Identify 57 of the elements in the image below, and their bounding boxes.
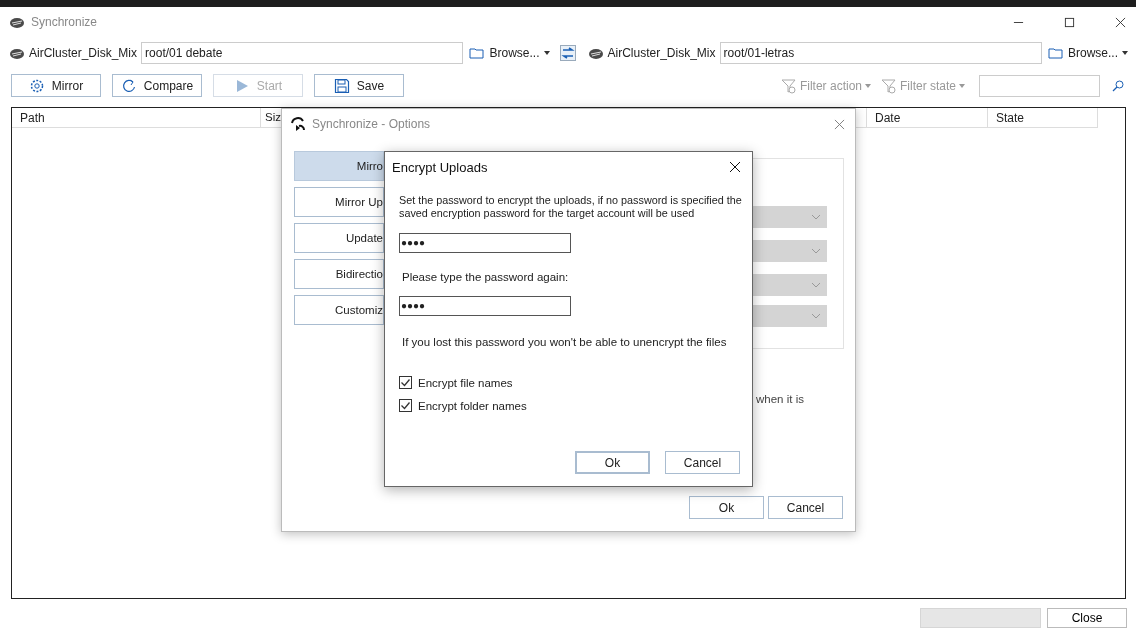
column-header[interactable]: State [988, 108, 1098, 128]
checkbox[interactable] [399, 376, 412, 389]
folder-icon [1048, 45, 1064, 61]
warning-text: If you lost this password you won't be able to unencrypt the files [402, 336, 728, 348]
save-icon [333, 77, 350, 94]
close-icon[interactable] [1115, 16, 1126, 28]
ok-button[interactable]: Ok [575, 451, 650, 474]
dialog-title: Encrypt Uploads [392, 159, 488, 175]
caret-icon [865, 83, 871, 88]
filter-icon [881, 77, 897, 94]
mode-button[interactable]: Bidirectio [294, 259, 384, 289]
browse-button[interactable]: Browse... [1046, 45, 1128, 61]
caret-icon [959, 83, 965, 88]
gear-icon [28, 77, 45, 94]
sync-icon [290, 116, 306, 132]
chevron-icon [811, 313, 821, 319]
chevron-icon [811, 248, 821, 254]
caret-icon [543, 51, 550, 55]
chevron-icon [811, 214, 821, 220]
refresh-icon [120, 77, 137, 94]
column-header[interactable]: Date [867, 108, 988, 128]
chevron-icon [811, 282, 821, 288]
column-header[interactable]: Path [12, 108, 261, 128]
close-button[interactable]: Close [1047, 608, 1127, 628]
search-field[interactable] [979, 74, 1100, 97]
maximize-icon[interactable] [1064, 16, 1075, 28]
mode-button[interactable]: Mirro [294, 151, 384, 181]
caret-icon [1122, 51, 1128, 55]
swap-icon[interactable] [559, 45, 576, 61]
search-icon[interactable] [1112, 79, 1124, 92]
checkbox[interactable] [399, 399, 412, 412]
mode-button[interactable]: Customiz [294, 295, 384, 325]
filter-icon [780, 77, 797, 94]
toolbar-button[interactable]: Save [314, 74, 404, 97]
toolbar-button[interactable]: Mirror [11, 74, 101, 97]
option-note: when it is [756, 393, 804, 405]
folder-icon [469, 45, 486, 61]
cancel-button[interactable]: Cancel [665, 451, 740, 474]
checkbox-label: Encrypt folder names [418, 399, 527, 412]
dialog-title: Synchronize - Options [312, 117, 431, 131]
path-field[interactable]: root/01 debate [141, 42, 464, 64]
dialog-message: Set the password to encrypt the uploads, if no password is specified the saved encryption password for the target account will be used [399, 194, 743, 220]
ok-button[interactable]: Ok [689, 496, 764, 519]
browse-button[interactable]: Browse... [467, 45, 550, 61]
window-title: Synchronize [31, 15, 98, 29]
password-field[interactable]: ●●●● [399, 296, 571, 316]
field-label: Please type the password again: [402, 271, 570, 283]
close-icon[interactable] [729, 161, 741, 173]
checkbox-label: Encrypt file names [418, 376, 513, 389]
path-field[interactable]: root/01-letras [719, 42, 1042, 64]
cancel-button[interactable]: Cancel [768, 496, 843, 519]
mode-button[interactable]: Update [294, 223, 384, 253]
toolbar-button[interactable]: Compare [112, 74, 202, 97]
password-field[interactable]: ●●●● [399, 233, 571, 253]
account-label: AirCluster_Disk_Mix [607, 46, 716, 60]
account-label: AirCluster_Disk_Mix [29, 46, 138, 60]
mode-button[interactable]: Mirror Up [294, 187, 384, 217]
